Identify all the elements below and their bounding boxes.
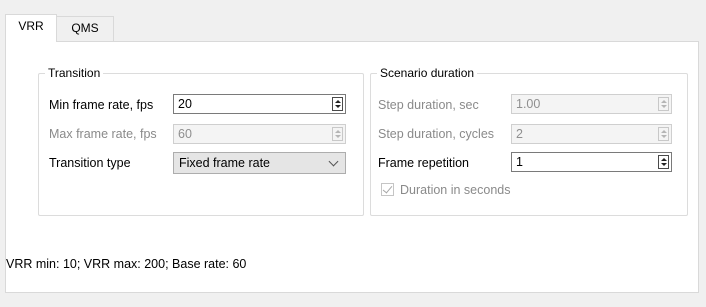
max-frame-rate-label: Max frame rate, fps (49, 127, 157, 141)
step-duration-cycles-value: 2 (516, 127, 523, 141)
spin-up-arrow-icon[interactable] (335, 130, 341, 133)
tab-vrr[interactable]: VRR (5, 14, 57, 42)
transition-type-label: Transition type (49, 156, 131, 170)
step-duration-sec-spinbox[interactable]: 1.00 (511, 94, 672, 114)
min-frame-rate-label: Min frame rate, fps (49, 98, 154, 112)
frame-repetition-value: 1 (516, 155, 523, 169)
spin-buttons[interactable] (658, 127, 669, 141)
spin-down-arrow-icon[interactable] (335, 105, 341, 108)
spin-down-arrow-icon[interactable] (335, 135, 341, 138)
spin-buttons[interactable] (658, 155, 669, 169)
step-duration-sec-label: Step duration, sec (378, 98, 479, 112)
min-frame-rate-value: 20 (178, 97, 192, 111)
max-frame-rate-value: 60 (178, 127, 192, 141)
transition-group: Transition Min frame rate, fps 20 Max fr… (38, 66, 364, 216)
transition-type-value: Fixed frame rate (179, 156, 271, 170)
transition-type-dropdown[interactable]: Fixed frame rate (173, 152, 346, 174)
checkbox-box[interactable] (381, 183, 394, 196)
spin-up-arrow-icon[interactable] (661, 130, 667, 133)
step-duration-cycles-label: Step duration, cycles (378, 127, 495, 141)
step-duration-sec-value: 1.00 (516, 97, 541, 111)
tab-qms[interactable]: QMS (56, 16, 114, 41)
duration-in-seconds-label: Duration in seconds (400, 183, 511, 197)
frame-repetition-label: Frame repetition (378, 156, 470, 170)
spin-up-arrow-icon[interactable] (335, 100, 341, 103)
spin-buttons[interactable] (332, 97, 343, 111)
checkmark-icon (382, 183, 393, 194)
spin-up-arrow-icon[interactable] (661, 100, 667, 103)
spin-up-arrow-icon[interactable] (661, 158, 667, 161)
scenario-duration-group-title: Scenario duration (377, 66, 478, 80)
duration-in-seconds-checkbox[interactable]: Duration in seconds (381, 183, 551, 197)
transition-group-title: Transition (45, 66, 104, 80)
spin-buttons[interactable] (332, 127, 343, 141)
spin-down-arrow-icon[interactable] (661, 105, 667, 108)
spin-down-arrow-icon[interactable] (661, 163, 667, 166)
spin-buttons[interactable] (658, 97, 669, 111)
chevron-down-icon[interactable] (328, 156, 339, 167)
spin-down-arrow-icon[interactable] (661, 135, 667, 138)
status-text: VRR min: 10; VRR max: 200; Base rate: 60 (6, 257, 247, 271)
tab-pane-vrr: Transition Min frame rate, fps 20 Max fr… (5, 41, 699, 293)
step-duration-cycles-spinbox[interactable]: 2 (511, 124, 672, 144)
max-frame-rate-spinbox[interactable]: 60 (173, 124, 346, 144)
frame-repetition-spinbox[interactable]: 1 (511, 152, 672, 172)
min-frame-rate-spinbox[interactable]: 20 (173, 94, 346, 114)
scenario-duration-group: Scenario duration Step duration, sec 1.0… (370, 66, 688, 216)
